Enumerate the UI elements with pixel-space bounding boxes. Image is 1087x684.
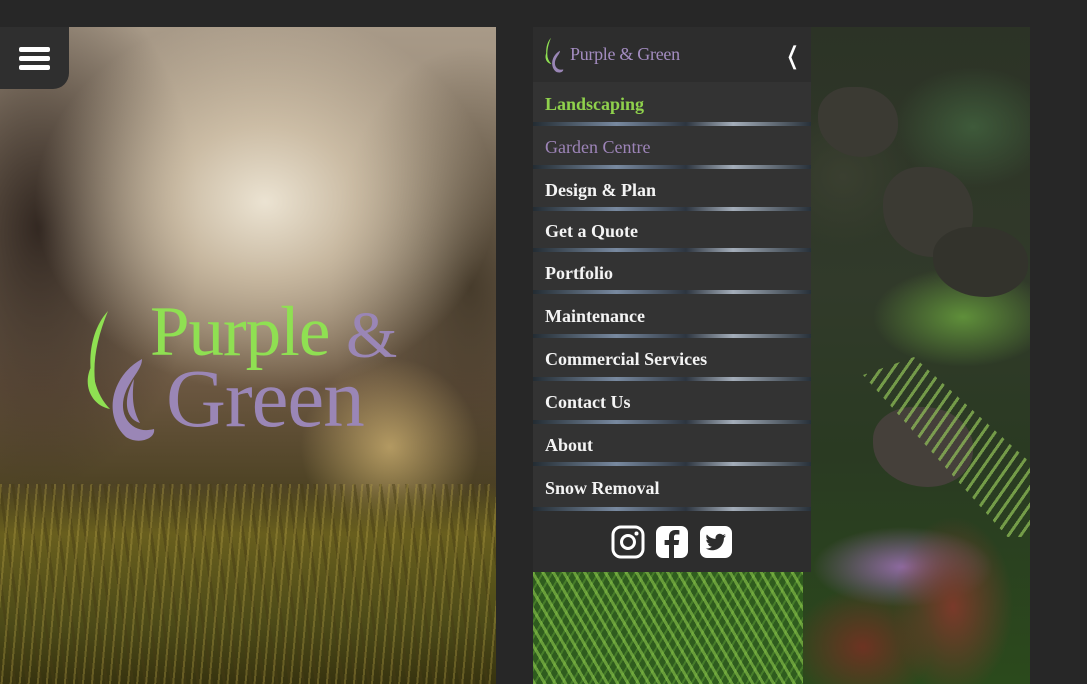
drawer-brand[interactable]: Purple & Green (544, 35, 680, 75)
instagram-icon[interactable] (611, 525, 645, 559)
bush-background (533, 572, 803, 684)
brand-name: Purple & Green (570, 44, 680, 64)
nav-item-get-a-quote[interactable]: Get a Quote (533, 211, 811, 252)
leaf-logo-icon (545, 37, 564, 73)
nav-item-snow-removal[interactable]: Snow Removal (533, 466, 811, 511)
rock-background (818, 87, 898, 157)
menu-open-screen: Purple & Green ❬ Landscaping Garden Cent… (533, 27, 1030, 684)
nav-list: Landscaping Garden Centre Design & Plan … (533, 82, 811, 511)
hamburger-icon-bar (19, 55, 50, 61)
hamburger-menu-button[interactable] (0, 27, 69, 89)
facebook-icon[interactable] (655, 525, 689, 559)
nav-item-design-plan[interactable]: Design & Plan (533, 169, 811, 211)
nav-item-about[interactable]: About (533, 424, 811, 466)
hamburger-icon (19, 46, 50, 52)
nav-item-landscaping[interactable]: Landscaping (533, 82, 811, 126)
nav-item-maintenance[interactable]: Maintenance (533, 294, 811, 338)
hamburger-icon-bar (19, 64, 50, 70)
plant-background (783, 497, 1023, 684)
nav-item-portfolio[interactable]: Portfolio (533, 252, 811, 294)
social-links (533, 511, 811, 572)
rock-background (933, 227, 1028, 297)
logo-word-green: Green (166, 352, 365, 444)
drawer-header: Purple & Green ❬ (533, 27, 811, 82)
nav-item-garden-centre[interactable]: Garden Centre (533, 126, 811, 169)
navigation-drawer: Purple & Green ❬ Landscaping Garden Cent… (533, 27, 811, 572)
hero-logo: Purple & Green (82, 297, 412, 445)
nav-item-commercial-services[interactable]: Commercial Services (533, 338, 811, 381)
collapse-drawer-button[interactable]: ❬ (784, 40, 801, 69)
home-screen: Purple & Green (0, 27, 496, 684)
nav-item-contact-us[interactable]: Contact Us (533, 381, 811, 424)
twitter-icon[interactable] (699, 525, 733, 559)
grass-background (0, 484, 496, 684)
